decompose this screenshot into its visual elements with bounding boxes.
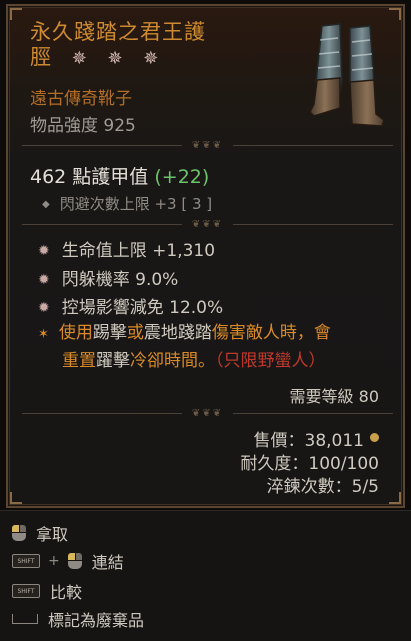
plus-icon: + xyxy=(48,553,60,569)
legendary-power: ✶ 使用踢擊或震地踐踏傷害敵人時，會 重置躍擊冷卻時間。（只限野蠻人） xyxy=(38,323,331,371)
sell-price-text: 售價：38,011 xyxy=(253,431,364,451)
boots-icon xyxy=(309,23,385,127)
ancestral-stars: ✵ ✵ ✵ xyxy=(66,45,166,71)
affix-line: ✹ 閃躲機率 9.0% xyxy=(38,265,178,290)
item-name-line1: 永久踐踏之君王護 xyxy=(30,20,206,44)
armor-value: 462 點護甲值 (+22) xyxy=(30,162,209,189)
spacebar-icon xyxy=(12,614,38,624)
hint-label: 標記為廢棄品 xyxy=(48,611,145,630)
legendary-star-icon: ✶ xyxy=(38,327,49,342)
hint-label: 連結 xyxy=(91,553,124,572)
item-name: 永久踐踏之君王護 脛 ✵ ✵ ✵ xyxy=(30,20,270,71)
item-power: 物品強度 925 xyxy=(30,116,136,136)
sell-price: 售價：38,011 xyxy=(254,426,379,451)
hint-label: 拿取 xyxy=(36,525,69,544)
action-hints: 拿取 SHIFT + 連結 SHIFT 比較 標記為廢棄品 xyxy=(0,510,411,641)
level-requirement: 需要等級 80 xyxy=(289,387,379,406)
hint-pickup[interactable]: 拿取 xyxy=(12,521,68,545)
star-icon: ✵ xyxy=(143,48,160,69)
affix-text: 閃躲機率 9.0% xyxy=(61,270,179,290)
hint-link[interactable]: SHIFT + 連結 xyxy=(12,549,124,573)
star-icon: ✵ xyxy=(107,48,124,69)
affix-gear-icon: ✹ xyxy=(38,300,50,316)
frame-corner xyxy=(389,8,401,20)
hint-compare[interactable]: SHIFT 比較 xyxy=(12,579,82,603)
durability: 耐久度：100/100 xyxy=(240,454,379,474)
mouse-left-icon xyxy=(12,525,26,541)
hint-mark-junk[interactable]: 標記為廢棄品 xyxy=(12,607,144,631)
frame-corner xyxy=(389,492,401,504)
affix-gear-icon: ✹ xyxy=(38,272,50,288)
diamond-bullet-icon: ◆ xyxy=(42,199,50,210)
shift-key-icon: SHIFT xyxy=(12,554,40,568)
item-tooltip: 永久踐踏之君王護 脛 ✵ ✵ ✵ 遠古傳奇靴子 物品強度 925 ❦❦❦ 462… xyxy=(6,4,405,508)
mouse-left-icon xyxy=(67,553,82,569)
gold-coin-icon xyxy=(370,433,379,442)
star-icon: ✵ xyxy=(71,48,88,69)
divider: ❦❦❦ xyxy=(22,140,393,152)
temper-count: 淬鍊次數：5/5 xyxy=(266,477,379,497)
frame-corner xyxy=(10,492,22,504)
armor-value-text: 462 點護甲值 xyxy=(30,166,149,188)
armor-bonus: (+22) xyxy=(154,166,210,188)
hint-label: 比較 xyxy=(50,583,83,602)
divider: ❦❦❦ xyxy=(22,219,393,231)
shift-key-icon: SHIFT xyxy=(12,584,40,598)
affix-line: ✹ 生命值上限 +1,310 xyxy=(38,236,215,261)
affix-line: ✹ 控場影響減免 12.0% xyxy=(38,293,223,318)
affix-gear-icon: ✹ xyxy=(38,243,50,259)
divider: ❦❦❦ xyxy=(22,408,393,420)
item-type: 遠古傳奇靴子 xyxy=(30,89,132,109)
item-name-line2: 脛 xyxy=(30,45,52,69)
implicit-affix: ◆ 閃避次數上限 +3 [ 3 ] xyxy=(42,193,212,214)
frame-corner xyxy=(10,8,22,20)
affix-text: 生命值上限 +1,310 xyxy=(61,241,216,261)
implicit-affix-text: 閃避次數上限 +3 [ 3 ] xyxy=(59,195,213,213)
affix-text: 控場影響減免 12.0% xyxy=(61,298,224,318)
